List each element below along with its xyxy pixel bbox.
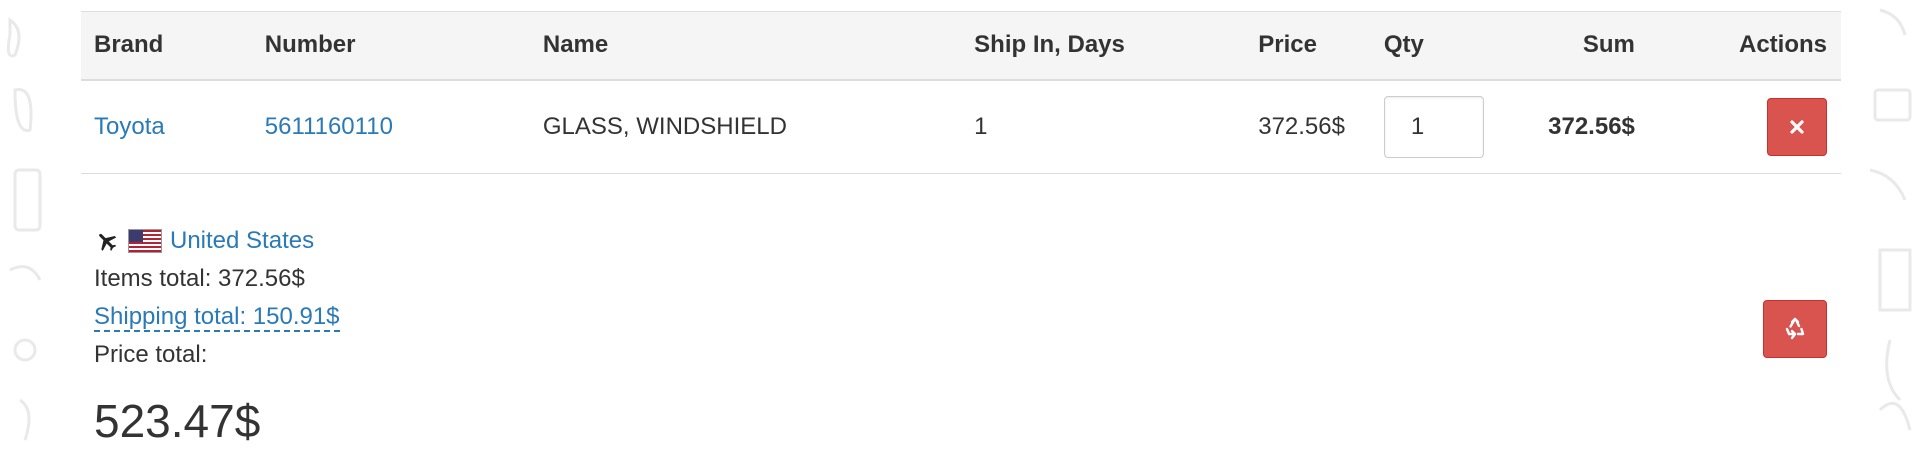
price-total-label: Price total: [94, 341, 208, 368]
column-header-price: Price [1258, 31, 1317, 59]
column-header-sum: Sum [1582, 31, 1635, 59]
recycle-icon [1785, 317, 1805, 340]
column-header-qty: Qty [1383, 31, 1424, 59]
row-sum: 372.56$ [1548, 112, 1635, 140]
clear-cart-button[interactable] [1763, 300, 1827, 358]
column-header-name: Name [542, 31, 609, 59]
qty-cell [1371, 80, 1535, 174]
brand-link[interactable]: Toyota [94, 113, 165, 140]
airplane-icon [99, 233, 117, 251]
items-total: Items total: 372.56$ [94, 265, 305, 292]
close-icon [1790, 120, 1804, 134]
order-summary: United States Items total: 372.56$ Shipp… [94, 222, 340, 446]
price-total-value: 523.47$ [94, 395, 261, 447]
part-name: GLASS, WINDSHIELD [542, 112, 787, 140]
part-number-link[interactable]: 5611160110 [265, 113, 393, 140]
column-header-number: Number [264, 31, 356, 59]
unit-price: 372.56$ [1258, 112, 1345, 140]
column-header-ship-in: Ship In, Days [974, 31, 1125, 59]
quantity-input[interactable] [1383, 95, 1484, 158]
shipping-total-link[interactable]: Shipping total: 150.91$ [94, 303, 340, 332]
table-header-row: Brand Number Name Ship In, Days Price Qt… [81, 11, 1841, 80]
shipping-origin: United States [94, 222, 340, 260]
ship-in-days: 1 [974, 112, 988, 140]
cart-container: Brand Number Name Ship In, Days Price Qt… [81, 11, 1841, 174]
us-flag-icon [128, 229, 162, 253]
table-row: Toyota 5611160110 GLASS, WINDSHIELD 1 37… [81, 80, 1841, 174]
cart-table: Brand Number Name Ship In, Days Price Qt… [81, 11, 1841, 174]
remove-item-button[interactable] [1767, 97, 1827, 156]
background-decoration-left [6, 17, 42, 441]
number-cell: 5611160110 [252, 80, 530, 174]
column-header-brand: Brand [94, 31, 164, 59]
actions-cell [1657, 80, 1841, 174]
origin-country-link[interactable]: United States [170, 222, 314, 260]
column-header-actions: Actions [1738, 31, 1827, 59]
background-decoration-right [1869, 8, 1912, 431]
brand-cell: Toyota [81, 80, 252, 174]
